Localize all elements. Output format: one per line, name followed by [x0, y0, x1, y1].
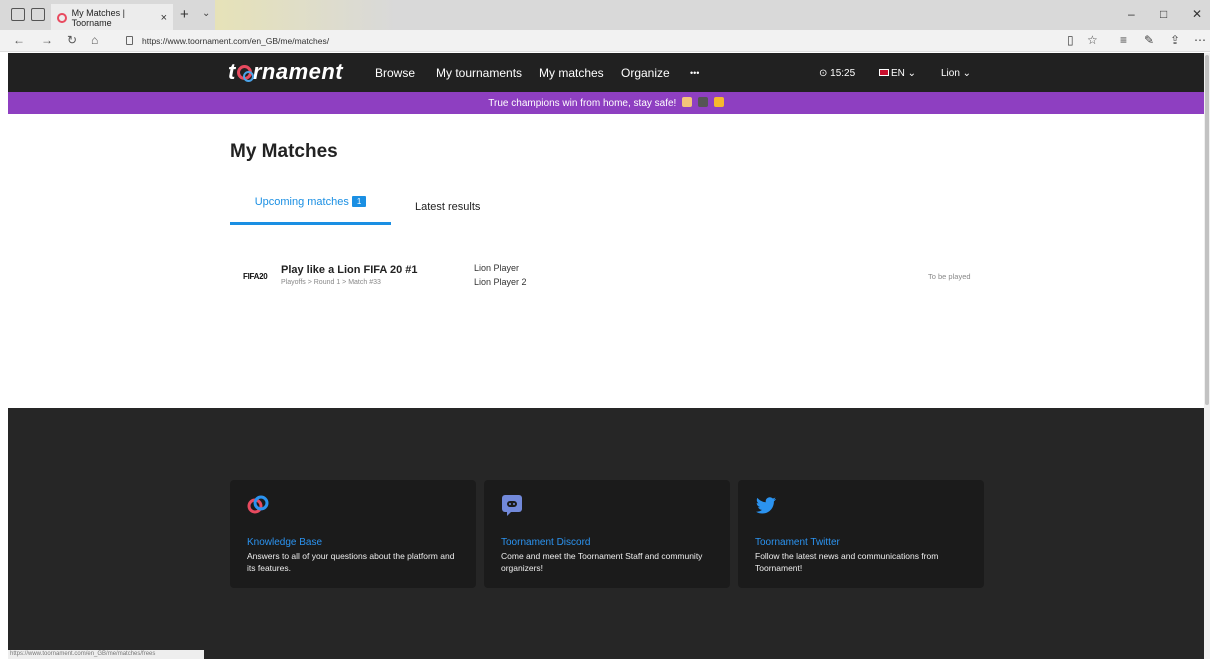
- nav-browse[interactable]: Browse: [375, 66, 415, 80]
- discord-title[interactable]: Toornament Discord: [501, 537, 590, 548]
- site-header: t rnament Browse My tournaments My matche…: [8, 53, 1204, 92]
- gamepad-emoji-icon: [697, 97, 708, 107]
- tab-upcoming-matches[interactable]: Upcoming matches 1: [230, 196, 391, 225]
- url-text: https://www.toornament.com/en_GB/me/matc…: [142, 36, 330, 46]
- knowledge-base-title[interactable]: Knowledge Base: [247, 537, 322, 548]
- address-bar: ← → ↻ ⌂ https://www.toornament.com/en_GB…: [0, 30, 1210, 52]
- match-row[interactable]: FIFA20 Play like a Lion FIFA 20 #1 Playo…: [230, 258, 980, 298]
- twitter-card[interactable]: Toornament Twitter Follow the latest new…: [738, 480, 984, 588]
- page-title: My Matches: [230, 141, 338, 162]
- more-icon[interactable]: ⋯: [1194, 33, 1206, 47]
- banner-text: True champions win from home, stay safe!: [488, 98, 677, 109]
- forward-icon[interactable]: →: [41, 33, 53, 47]
- tab-actions-icon[interactable]: [11, 8, 25, 21]
- page-scrollbar[interactable]: [1204, 53, 1210, 659]
- nav-my-tournaments[interactable]: My tournaments: [436, 66, 522, 80]
- scrollbar-thumb[interactable]: [1205, 55, 1209, 405]
- share-icon[interactable]: ⇪: [1170, 33, 1180, 47]
- toornament-logo[interactable]: t rnament: [228, 59, 343, 85]
- toornament-favicon-icon: [57, 13, 67, 23]
- twitter-icon: [756, 497, 776, 514]
- match-status: To be played: [928, 272, 971, 281]
- twitter-title[interactable]: Toornament Twitter: [755, 537, 840, 548]
- tabs-aside-icon[interactable]: [31, 8, 45, 21]
- browser-status-bar: https://www.toornament.com/en_GB/me/matc…: [8, 650, 204, 659]
- lock-icon: [126, 36, 133, 45]
- match-player-1: Lion Player: [474, 263, 520, 273]
- clock: ⊙ 15:25: [819, 68, 856, 79]
- language-selector[interactable]: EN ⌄: [879, 68, 916, 79]
- announcement-banner: True champions win from home, stay safe!: [8, 92, 1204, 114]
- close-window-button[interactable]: ✕: [1192, 7, 1202, 21]
- tab-upcoming-label: Upcoming matches: [254, 196, 349, 208]
- back-icon[interactable]: ←: [13, 33, 25, 47]
- house-emoji-icon: [682, 97, 693, 107]
- nav-organize[interactable]: Organize: [621, 66, 670, 80]
- tab-title: My Matches | Toorname: [71, 8, 125, 28]
- discord-desc: Come and meet the Toornament Staff and c…: [501, 551, 703, 573]
- refresh-icon[interactable]: ↻: [67, 33, 77, 47]
- reading-view-icon[interactable]: ▯: [1067, 33, 1074, 47]
- tab-close-icon[interactable]: ×: [161, 12, 167, 24]
- thumbs-up-emoji-icon: [713, 97, 724, 107]
- twitter-desc: Follow the latest news and communication…: [755, 551, 939, 573]
- home-icon[interactable]: ⌂: [91, 33, 98, 47]
- pen-icon[interactable]: ✎: [1144, 33, 1154, 47]
- uk-flag-icon: [879, 69, 889, 76]
- nav-more-icon[interactable]: •••: [690, 68, 699, 78]
- url-field[interactable]: https://www.toornament.com/en_GB/me/matc…: [118, 33, 1058, 49]
- fifa20-game-logo: FIFA20: [243, 272, 268, 281]
- knowledge-base-card[interactable]: Knowledge Base Answers to all of your qu…: [230, 480, 476, 588]
- discord-icon: [502, 495, 522, 516]
- tab-strip-space: [215, 0, 395, 30]
- browser-tab-bar: My Matches | Toorname × + ⌄ – □ ✕: [0, 0, 1210, 30]
- minimize-button[interactable]: –: [1128, 7, 1135, 21]
- language-label: EN ⌄: [891, 68, 917, 79]
- knowledge-base-desc: Answers to all of your questions about t…: [247, 551, 455, 573]
- toornament-logo-icon: [247, 495, 269, 514]
- match-player-2: Lion Player 2: [474, 277, 527, 287]
- browser-tab[interactable]: My Matches | Toorname ×: [51, 4, 173, 30]
- new-tab-button[interactable]: +: [180, 6, 189, 23]
- favorites-list-icon[interactable]: ≡: [1120, 33, 1127, 47]
- user-menu[interactable]: Lion ⌄: [941, 68, 971, 79]
- tab-latest-results[interactable]: Latest results: [415, 201, 480, 213]
- match-path: Playoffs > Round 1 > Match #33: [281, 279, 381, 286]
- restore-button[interactable]: □: [1160, 7, 1167, 21]
- upcoming-count-badge: 1: [351, 196, 367, 207]
- tab-dropdown-icon[interactable]: ⌄: [202, 8, 210, 19]
- match-tournament-name[interactable]: Play like a Lion FIFA 20 #1: [281, 264, 418, 276]
- discord-card[interactable]: Toornament Discord Come and meet the Too…: [484, 480, 730, 588]
- nav-my-matches[interactable]: My matches: [539, 66, 604, 80]
- favorite-star-icon[interactable]: ☆: [1087, 33, 1098, 47]
